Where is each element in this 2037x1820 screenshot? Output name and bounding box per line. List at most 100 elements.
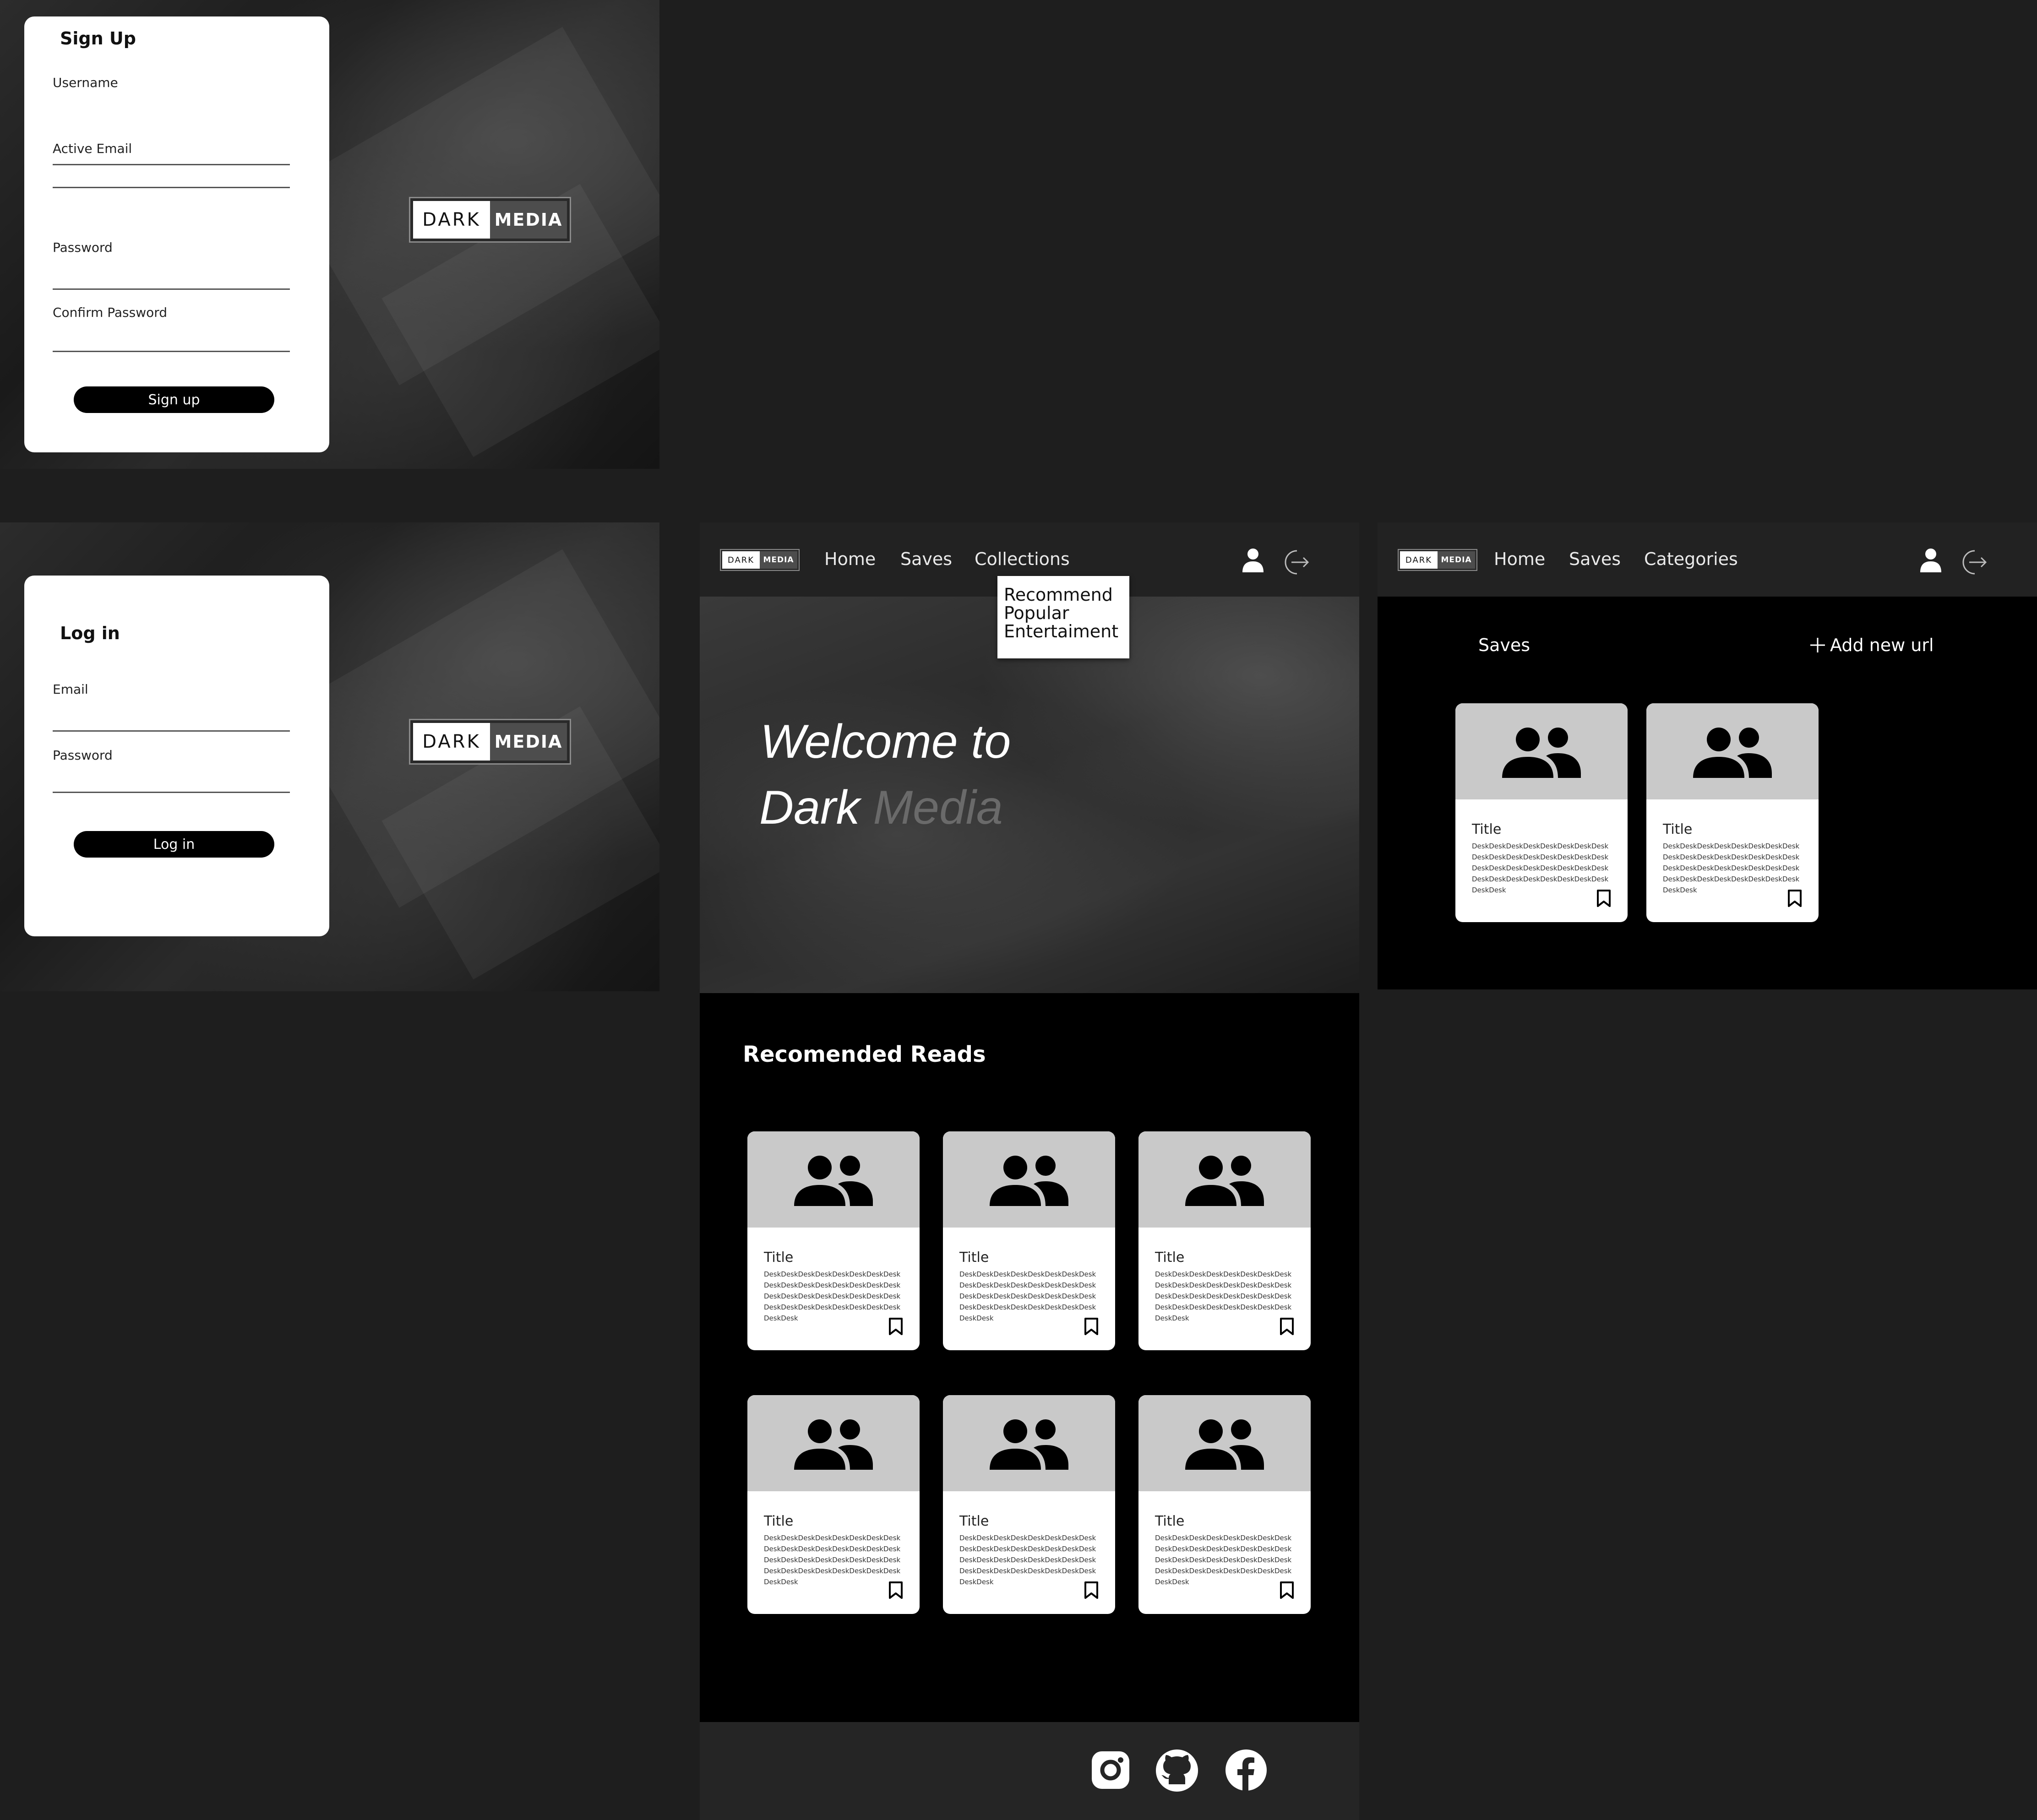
logout-icon[interactable] bbox=[1959, 549, 1988, 576]
section-title: Recomended Reads bbox=[743, 1042, 986, 1067]
card-description: DeskDeskDeskDeskDeskDeskDeskDeskDeskDesk… bbox=[764, 1534, 901, 1586]
bookmark-button[interactable] bbox=[1084, 1581, 1099, 1601]
password-field[interactable] bbox=[53, 288, 290, 290]
card-title: Title bbox=[1663, 821, 1693, 837]
article-card[interactable]: Title DeskDeskDeskDeskDeskDeskDeskDeskDes… bbox=[747, 1395, 920, 1614]
signup-card: Sign Up Username Active Email Password C… bbox=[24, 16, 329, 452]
password-label: Password bbox=[53, 748, 113, 763]
card-description: DeskDeskDeskDeskDeskDeskDeskDeskDeskDesk… bbox=[959, 1270, 1096, 1322]
article-card[interactable]: Title DeskDeskDeskDeskDeskDeskDeskDeskDes… bbox=[943, 1131, 1115, 1350]
login-button[interactable]: Log in bbox=[74, 831, 274, 858]
recommended-section: Recomended Reads Title DeskDeskDeskDeskDe… bbox=[700, 993, 1359, 1722]
nav-home[interactable]: Home bbox=[824, 549, 876, 569]
bookmark-icon[interactable] bbox=[1280, 1581, 1294, 1599]
card-title: Title bbox=[959, 1250, 989, 1266]
nav-categories[interactable]: Categories bbox=[1644, 549, 1738, 569]
card-description: DeskDeskDeskDeskDeskDeskDeskDeskDeskDesk… bbox=[1155, 1534, 1292, 1586]
saves-heading: Saves bbox=[1478, 635, 1530, 655]
bookmark-button[interactable] bbox=[888, 1581, 903, 1601]
bookmark-button[interactable] bbox=[1084, 1317, 1099, 1337]
group-icon bbox=[1185, 1419, 1264, 1470]
logo-dark-text: DARK bbox=[413, 201, 490, 239]
bookmark-button[interactable] bbox=[1787, 889, 1802, 909]
user-icon[interactable] bbox=[1242, 548, 1264, 573]
saves-panel: Saves Add new url Title DeskDeskDeskDeskD… bbox=[1378, 597, 2037, 989]
article-card[interactable]: Title DeskDeskDeskDeskDeskDeskDeskDeskDes… bbox=[747, 1131, 920, 1350]
signup-button[interactable]: Sign up bbox=[74, 386, 274, 413]
email-field-second-line[interactable] bbox=[53, 187, 290, 188]
hero-title-line2: Dark Media bbox=[759, 781, 1003, 835]
collections-dropdown: Recommend Popular Entertaiment bbox=[997, 576, 1129, 658]
login-card: Log in Email Password Log in bbox=[24, 576, 329, 936]
group-icon bbox=[1693, 728, 1772, 778]
password-label: Password bbox=[53, 240, 113, 255]
article-card[interactable]: Title DeskDeskDeskDeskDeskDeskDeskDeskDes… bbox=[1455, 703, 1628, 922]
confirm-password-label: Confirm Password bbox=[53, 305, 168, 320]
card-thumbnail bbox=[943, 1131, 1115, 1228]
dropdown-item-entertaiment[interactable]: Entertaiment bbox=[1004, 622, 1118, 641]
card-title: Title bbox=[1155, 1513, 1185, 1529]
plus-icon bbox=[1810, 638, 1825, 652]
hero-title-line1: Welcome to bbox=[760, 715, 1011, 768]
add-new-url-button[interactable]: Add new url bbox=[1809, 635, 1934, 655]
dropdown-item-recommend[interactable]: Recommend bbox=[1004, 585, 1113, 604]
email-field[interactable] bbox=[53, 164, 290, 165]
logout-icon[interactable] bbox=[1281, 549, 1311, 576]
bookmark-button[interactable] bbox=[1280, 1581, 1294, 1601]
logo-media-text: MEDIA bbox=[760, 551, 797, 569]
logo-media-text: MEDIA bbox=[490, 723, 567, 761]
bookmark-icon[interactable] bbox=[1084, 1581, 1099, 1599]
card-thumbnail bbox=[747, 1395, 920, 1491]
email-field[interactable] bbox=[53, 730, 290, 732]
card-thumbnail bbox=[1138, 1395, 1311, 1491]
email-label: Email bbox=[53, 682, 88, 697]
nav-collections[interactable]: Collections bbox=[975, 549, 1070, 569]
card-description: DeskDeskDeskDeskDeskDeskDeskDeskDeskDesk… bbox=[764, 1270, 901, 1322]
article-card[interactable]: Title DeskDeskDeskDeskDeskDeskDeskDeskDes… bbox=[1138, 1395, 1311, 1614]
dropdown-item-popular[interactable]: Popular bbox=[1004, 603, 1069, 623]
nav-saves[interactable]: Saves bbox=[1569, 549, 1621, 569]
card-thumbnail bbox=[1455, 703, 1628, 799]
nav-saves[interactable]: Saves bbox=[900, 549, 952, 569]
password-field[interactable] bbox=[53, 792, 290, 793]
article-card[interactable]: Title DeskDeskDeskDeskDeskDeskDeskDeskDes… bbox=[943, 1395, 1115, 1614]
navbar-logo[interactable]: DARK MEDIA bbox=[720, 549, 800, 571]
card-description: DeskDeskDeskDeskDeskDeskDeskDeskDeskDesk… bbox=[1155, 1270, 1292, 1322]
login-title: Log in bbox=[60, 623, 120, 643]
group-icon bbox=[1185, 1156, 1264, 1206]
bookmark-button[interactable] bbox=[1596, 889, 1611, 909]
footer bbox=[700, 1722, 1359, 1820]
bookmark-button[interactable] bbox=[888, 1317, 903, 1337]
bookmark-icon[interactable] bbox=[1280, 1317, 1294, 1336]
logo-dark-text: DARK bbox=[722, 551, 760, 569]
bookmark-icon[interactable] bbox=[888, 1317, 903, 1336]
bookmark-icon[interactable] bbox=[1787, 889, 1802, 907]
bookmark-icon[interactable] bbox=[1596, 889, 1611, 907]
bookmark-button[interactable] bbox=[1280, 1317, 1294, 1337]
card-thumbnail bbox=[1138, 1131, 1311, 1228]
group-icon bbox=[990, 1419, 1068, 1470]
card-title: Title bbox=[1155, 1250, 1185, 1266]
confirm-password-field[interactable] bbox=[53, 351, 290, 352]
user-icon[interactable] bbox=[1919, 548, 1942, 573]
group-icon bbox=[990, 1156, 1068, 1206]
article-card[interactable]: Title DeskDeskDeskDeskDeskDeskDeskDeskDes… bbox=[1646, 703, 1819, 922]
nav-home[interactable]: Home bbox=[1494, 549, 1545, 569]
bookmark-icon[interactable] bbox=[888, 1581, 903, 1599]
card-description: DeskDeskDeskDeskDeskDeskDeskDeskDeskDesk… bbox=[959, 1534, 1096, 1586]
card-title: Title bbox=[959, 1513, 989, 1529]
dark-media-logo-signup: DARK MEDIA bbox=[409, 197, 571, 243]
instagram-icon[interactable] bbox=[1090, 1749, 1131, 1791]
facebook-icon[interactable] bbox=[1225, 1749, 1268, 1792]
bookmark-icon[interactable] bbox=[1084, 1317, 1099, 1336]
card-title: Title bbox=[1472, 821, 1502, 837]
navbar-logo[interactable]: DARK MEDIA bbox=[1398, 549, 1477, 571]
card-thumbnail bbox=[1646, 703, 1819, 799]
group-icon bbox=[794, 1419, 873, 1470]
group-icon bbox=[1502, 728, 1581, 778]
group-icon bbox=[794, 1156, 873, 1206]
logo-media-text: MEDIA bbox=[490, 201, 567, 239]
article-card[interactable]: Title DeskDeskDeskDeskDeskDeskDeskDeskDes… bbox=[1138, 1131, 1311, 1350]
logo-media-text: MEDIA bbox=[1438, 551, 1475, 569]
github-icon[interactable] bbox=[1155, 1749, 1199, 1793]
